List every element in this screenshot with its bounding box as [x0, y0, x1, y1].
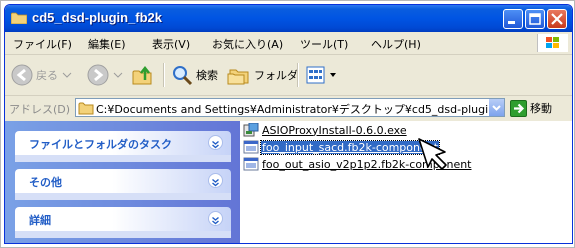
- address-dropdown-button[interactable]: [488, 99, 504, 116]
- back-arrow-icon: [11, 64, 33, 86]
- file-list: ASIOProxyInstall-0.6.0.exe foo_input_sac…: [240, 121, 572, 243]
- task-group-body: [15, 231, 231, 238]
- folder-icon: [11, 12, 27, 24]
- chevron-down-icon: [330, 73, 336, 77]
- maximize-button[interactable]: [525, 9, 545, 29]
- minimize-button[interactable]: [503, 9, 523, 29]
- task-group-label: 詳細: [29, 214, 51, 227]
- address-path: C:¥Documents and Settings¥Administrator¥…: [96, 103, 491, 116]
- task-group-file-folder[interactable]: ファイルとフォルダのタスク: [15, 131, 231, 155]
- go-button[interactable]: 移動: [510, 98, 552, 118]
- list-item[interactable]: ASIOProxyInstall-0.6.0.exe: [243, 122, 408, 138]
- menu-bar: ファイル(F) 編集(E) 表示(V) お気に入り(A) ツール(T) ヘルプ(…: [5, 32, 572, 55]
- expand-chevron-icon[interactable]: [208, 135, 223, 150]
- minimize-icon: [508, 21, 515, 24]
- expand-chevron-icon[interactable]: [208, 211, 223, 226]
- menu-edit[interactable]: 編集(E): [88, 36, 126, 52]
- title-bar[interactable]: cd5_dsd-plugin_fb2k: [5, 5, 572, 32]
- address-bar: アドレス(D) C:¥Documents and Settings¥Admini…: [5, 96, 572, 120]
- folders-label: フォルダ: [254, 69, 298, 82]
- views-icon: [306, 66, 325, 84]
- hand-cursor-icon: [418, 138, 447, 170]
- search-label: 検索: [196, 69, 218, 82]
- close-button[interactable]: [547, 9, 567, 29]
- chevron-down-icon: [62, 72, 72, 78]
- menu-help[interactable]: ヘルプ(H): [371, 36, 421, 52]
- standard-toolbar: 戻る 検索 フォルダ: [5, 55, 572, 96]
- folders-button[interactable]: フォルダ: [227, 62, 298, 88]
- task-group-body: [15, 155, 231, 162]
- list-item[interactable]: foo_input_sacd.fb2k-component: [243, 139, 441, 155]
- go-label: 移動: [530, 102, 552, 115]
- expand-chevron-icon[interactable]: [208, 173, 223, 188]
- menu-tools[interactable]: ツール(T): [300, 36, 348, 52]
- back-button[interactable]: 戻る: [11, 62, 72, 88]
- search-button[interactable]: 検索: [171, 62, 218, 88]
- up-folder-icon: [132, 65, 152, 85]
- task-group-other[interactable]: その他: [15, 169, 231, 193]
- toolbar-separator: [163, 63, 165, 87]
- installer-icon: [243, 123, 259, 137]
- maximize-icon: [529, 13, 541, 25]
- windows-logo: [537, 34, 568, 52]
- screenshot-frame: cd5_dsd-plugin_fb2k ファイル(F) 編集(E) 表示(V) …: [0, 0, 575, 248]
- windows-flag-icon: [546, 37, 559, 48]
- address-input[interactable]: C:¥Documents and Settings¥Administrator¥…: [75, 98, 505, 117]
- window-title: cd5_dsd-plugin_fb2k: [32, 10, 163, 25]
- search-icon: [173, 66, 193, 86]
- component-file-icon: [243, 140, 259, 154]
- file-name: ASIOProxyInstall-0.6.0.exe: [262, 123, 407, 137]
- file-name: foo_input_sacd.fb2k-component: [259, 139, 441, 155]
- explorer-window: cd5_dsd-plugin_fb2k ファイル(F) 編集(E) 表示(V) …: [4, 4, 573, 244]
- explorer-body: ファイルとフォルダのタスク その他 詳細 ASIOProxyInstall-0.…: [5, 121, 572, 243]
- component-file-icon: [243, 157, 259, 171]
- toolbar-separator: [297, 63, 299, 87]
- task-pane: ファイルとフォルダのタスク その他 詳細: [5, 121, 240, 243]
- task-group-label: ファイルとフォルダのタスク: [29, 138, 172, 151]
- menu-file[interactable]: ファイル(F): [13, 36, 72, 52]
- views-button[interactable]: [305, 62, 337, 88]
- task-group-body: [15, 193, 231, 200]
- folders-icon: [227, 69, 249, 85]
- chevron-down-icon: [492, 105, 501, 111]
- forward-button[interactable]: [87, 62, 123, 88]
- up-folder-button[interactable]: [131, 62, 155, 88]
- address-label: アドレス(D): [9, 103, 71, 116]
- go-arrow-icon: [510, 99, 527, 117]
- back-label: 戻る: [36, 69, 58, 82]
- menu-view[interactable]: 表示(V): [152, 36, 190, 52]
- forward-arrow-icon: [87, 64, 109, 86]
- folder-icon: [78, 102, 94, 115]
- task-group-label: その他: [29, 176, 62, 189]
- menu-favorites[interactable]: お気に入り(A): [212, 36, 283, 52]
- close-icon: [551, 13, 563, 25]
- task-group-details[interactable]: 詳細: [15, 207, 231, 231]
- chevron-down-icon: [113, 72, 123, 78]
